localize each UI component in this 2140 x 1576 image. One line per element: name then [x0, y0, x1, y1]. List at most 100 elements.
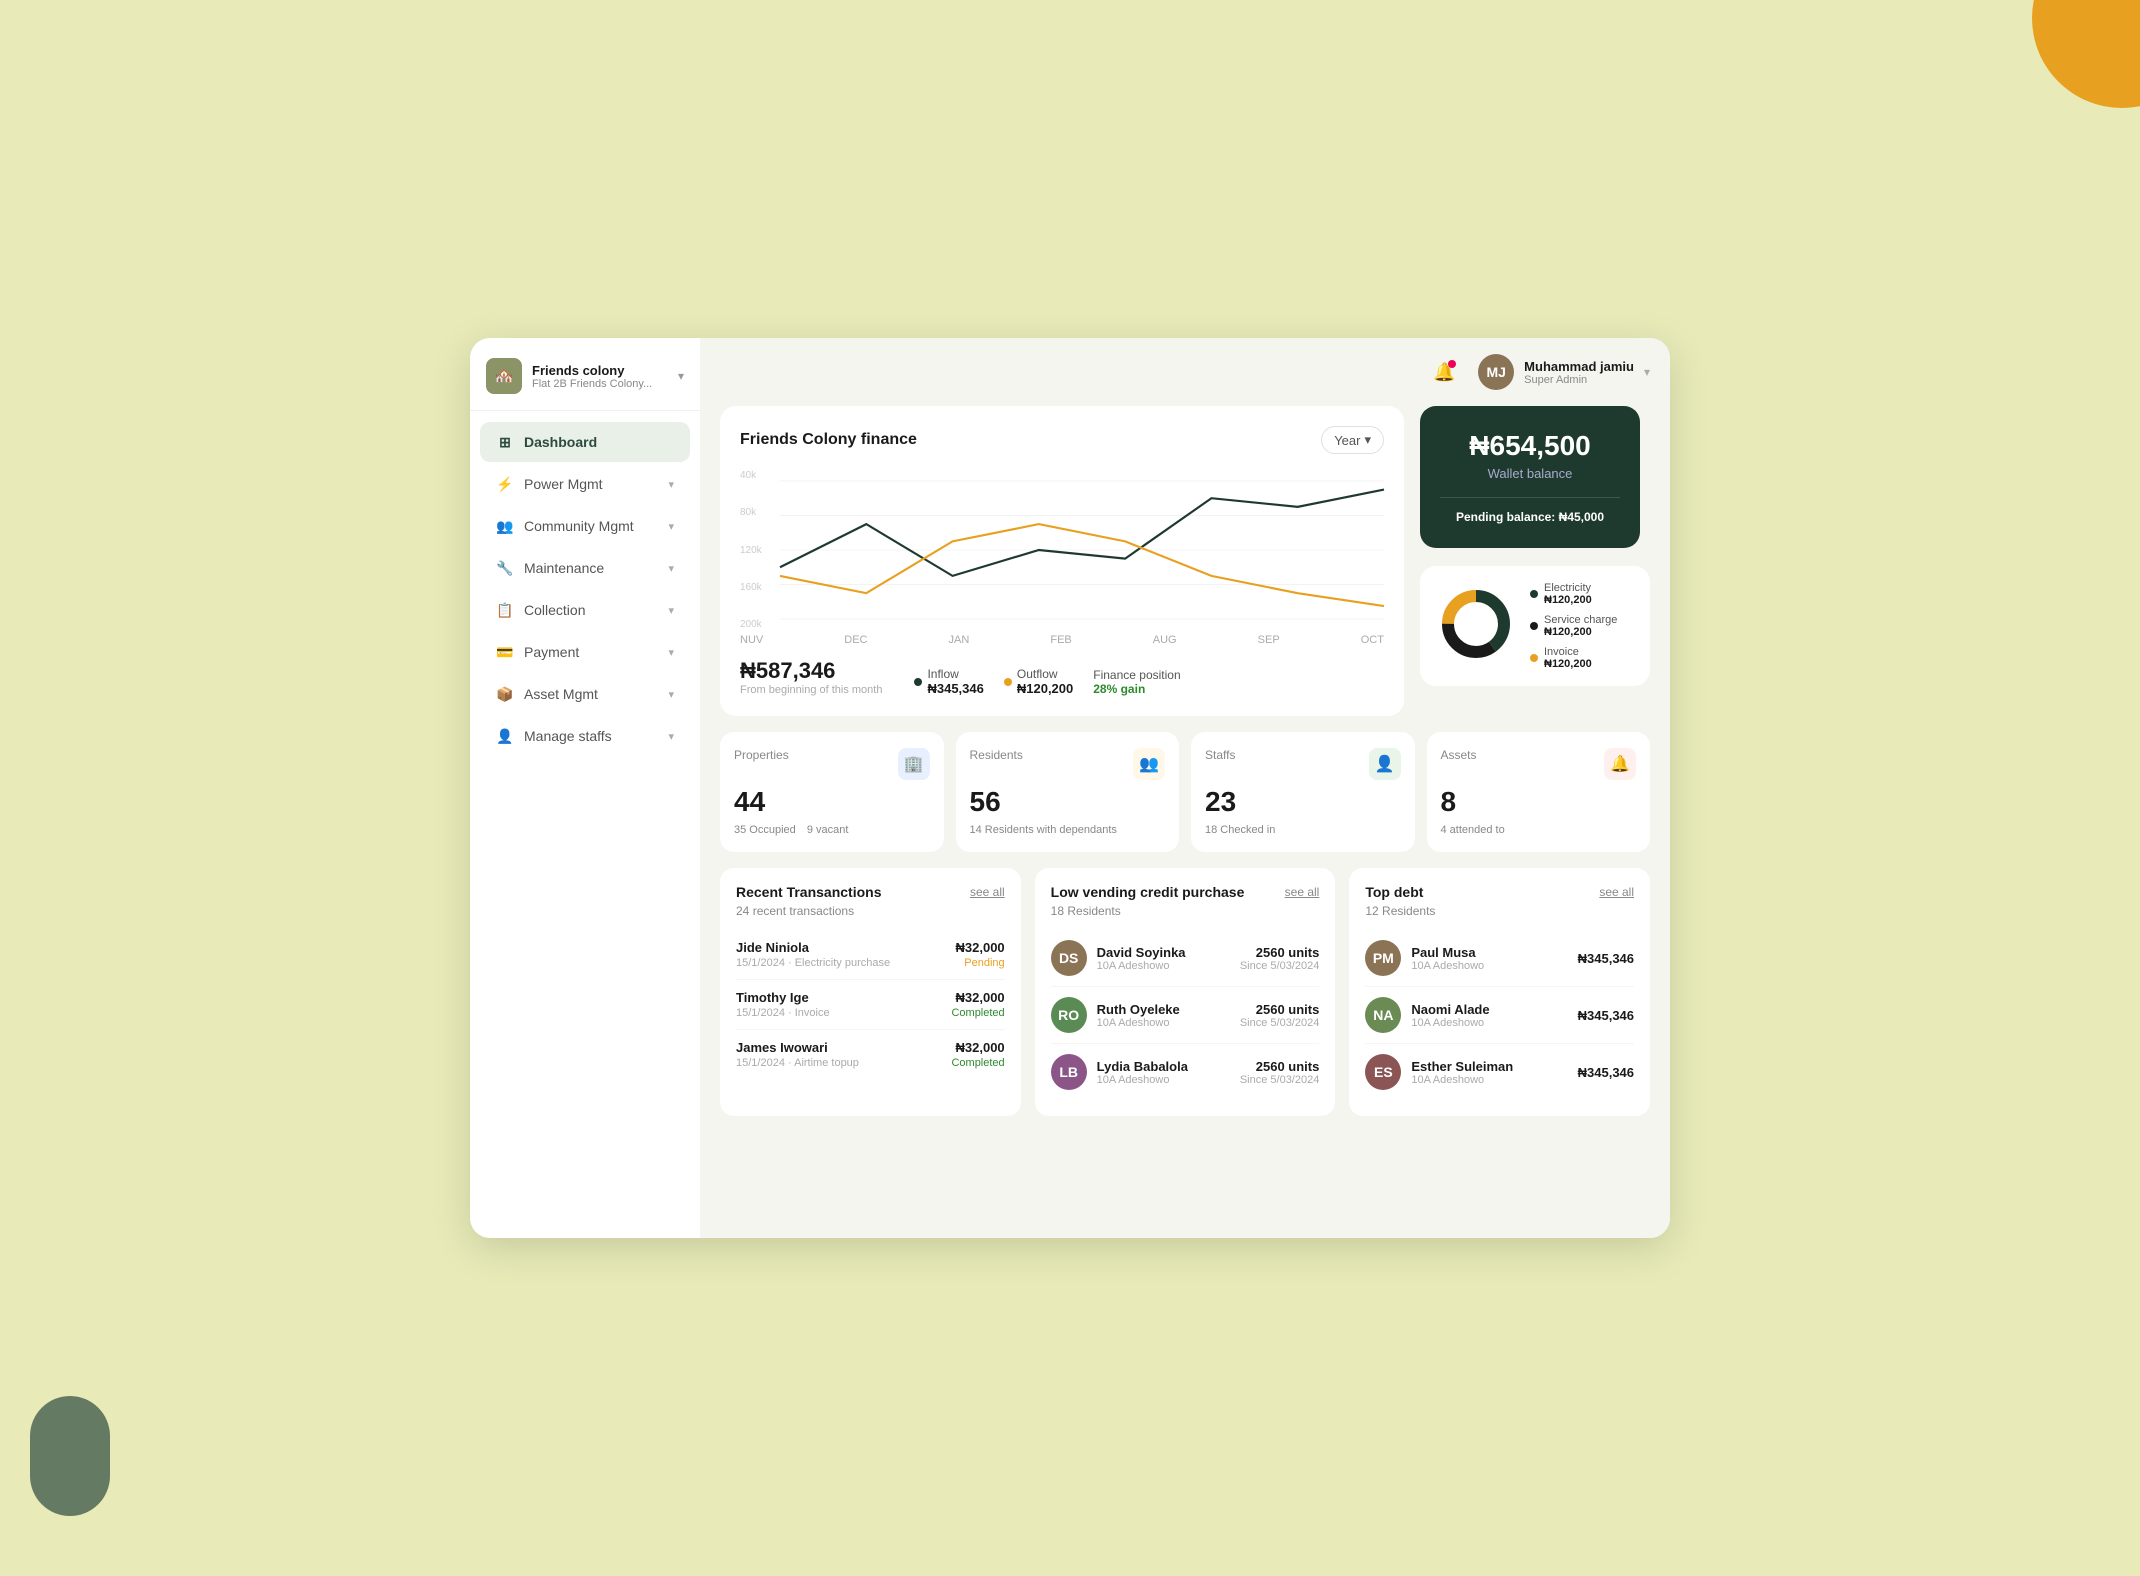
chart-legend: Inflow ₦345,346 Outflow ₦120,200	[914, 667, 1180, 696]
finance-section: Friends Colony finance Year ▾ 200k160k12…	[720, 406, 1650, 716]
bg-decoration2	[30, 1396, 110, 1516]
chevron-icon: ▾	[668, 520, 674, 533]
app-window: 🏘️ Friends colony Flat 2B Friends Colony…	[470, 338, 1670, 1238]
debt-card-header: Top debt see all	[1365, 884, 1634, 900]
recent-transactions-card: Recent Transanctions see all 24 recent t…	[720, 868, 1021, 1116]
wallet-card: ₦654,500 Wallet balance Pending balance:…	[1420, 406, 1640, 548]
user-role: Super Admin	[1524, 374, 1634, 386]
right-panel: ₦654,500 Wallet balance Pending balance:…	[1420, 406, 1650, 716]
community-icon: 👥	[496, 517, 514, 535]
stat-value-assets: 8	[1441, 786, 1637, 818]
debt-see-all[interactable]: see all	[1599, 885, 1634, 899]
vend-info: David Soyinka 10A Adeshowo	[1097, 945, 1230, 972]
nav-label-maintenance: Maintenance	[524, 560, 604, 576]
stat-header-assets: Assets 🔔	[1441, 748, 1637, 780]
debt-avatar: NA	[1365, 997, 1401, 1033]
debt-title: Top debt	[1365, 884, 1423, 900]
donut-legend: Electricity ₦120,200 Service charge ₦120…	[1530, 582, 1617, 670]
sidebar-item-collection[interactable]: 📋 Collection ▾	[480, 590, 690, 630]
stat-label-assets: Assets	[1441, 748, 1477, 762]
inflow-legend: Inflow ₦345,346	[914, 667, 983, 696]
vend-item: DS David Soyinka 10A Adeshowo 2560 units…	[1051, 930, 1320, 987]
donut-chart	[1436, 584, 1516, 669]
chart-area: 200k160k120k80k40k	[740, 470, 1384, 630]
wallet-balance: ₦654,500	[1469, 430, 1590, 462]
chevron-icon: ▾	[668, 604, 674, 617]
stat-label-residents: Residents	[970, 748, 1023, 762]
tx-title: Recent Transanctions	[736, 884, 882, 900]
tx-sub: 24 recent transactions	[736, 904, 1005, 918]
sidebar-item-asset-mgmt[interactable]: 📦 Asset Mgmt ▾	[480, 674, 690, 714]
stat-value-staffs: 23	[1205, 786, 1401, 818]
electricity-dot	[1530, 590, 1538, 598]
notification-button[interactable]: 🔔	[1426, 354, 1462, 390]
debt-item: PM Paul Musa 10A Adeshowo ₦345,346	[1365, 930, 1634, 987]
nav-label-dashboard: Dashboard	[524, 434, 597, 450]
vend-see-all[interactable]: see all	[1285, 885, 1320, 899]
user-menu[interactable]: MJ Muhammad jamiu Super Admin ▾	[1478, 354, 1650, 390]
colony-name: Friends colony	[532, 363, 668, 378]
sidebar-item-manage-staffs[interactable]: 👤 Manage staffs ▾	[480, 716, 690, 756]
chevron-icon: ▾	[668, 646, 674, 659]
debt-avatar: PM	[1365, 940, 1401, 976]
debt-avatar: ES	[1365, 1054, 1401, 1090]
notification-dot	[1448, 360, 1456, 368]
vend-units: 2560 units Since 5/03/2024	[1240, 1002, 1320, 1029]
year-filter-button[interactable]: Year ▾	[1321, 426, 1384, 454]
total-sub: From beginning of this month	[740, 684, 882, 696]
header: 🔔 MJ Muhammad jamiu Super Admin ▾	[720, 354, 1650, 390]
finance-chart-card: Friends Colony finance Year ▾ 200k160k12…	[720, 406, 1404, 716]
wallet-pending: Pending balance: ₦45,000	[1456, 510, 1604, 524]
inflow-value: ₦345,346	[927, 681, 983, 696]
donut-service-charge: Service charge ₦120,200	[1530, 614, 1617, 638]
properties-icon: 🏢	[898, 748, 930, 780]
sidebar-item-dashboard[interactable]: ⊞ Dashboard	[480, 422, 690, 462]
donut-invoice: Invoice ₦120,200	[1530, 646, 1617, 670]
sidebar-item-payment[interactable]: 💳 Payment ▾	[480, 632, 690, 672]
finance-position: Finance position 28% gain	[1093, 668, 1180, 696]
total-amount: ₦587,346	[740, 658, 882, 684]
sidebar-item-community-mgmt[interactable]: 👥 Community Mgmt ▾	[480, 506, 690, 546]
transaction-item: Jide Niniola 15/1/2024 · Electricity pur…	[736, 930, 1005, 980]
chevron-icon: ▾	[668, 688, 674, 701]
staff-icon: 👤	[496, 727, 514, 745]
vend-title: Low vending credit purchase	[1051, 884, 1245, 900]
donut-section: Electricity ₦120,200 Service charge ₦120…	[1420, 566, 1650, 686]
vend-info: Ruth Oyeleke 10A Adeshowo	[1097, 1002, 1230, 1029]
debt-info: Esther Suleiman 10A Adeshowo	[1411, 1059, 1567, 1086]
debt-info: Paul Musa 10A Adeshowo	[1411, 945, 1567, 972]
stat-residents: Residents 👥 56 14 Residents with dependa…	[956, 732, 1180, 852]
inflow-dot	[914, 678, 922, 686]
nav-label-asset: Asset Mgmt	[524, 686, 598, 702]
colony-sub: Flat 2B Friends Colony...	[532, 378, 668, 390]
vend-avatar: DS	[1051, 940, 1087, 976]
stat-header-residents: Residents 👥	[970, 748, 1166, 780]
debt-amount: ₦345,346	[1578, 1008, 1634, 1023]
stat-label-properties: Properties	[734, 748, 789, 762]
dashboard-icon: ⊞	[496, 433, 514, 451]
user-text: Muhammad jamiu Super Admin	[1524, 359, 1634, 386]
sidebar-item-maintenance[interactable]: 🔧 Maintenance ▾	[480, 548, 690, 588]
stat-value-properties: 44	[734, 786, 930, 818]
collection-icon: 📋	[496, 601, 514, 619]
sidebar-item-power-mgmt[interactable]: ⚡ Power Mgmt ▾	[480, 464, 690, 504]
sidebar-logo[interactable]: 🏘️ Friends colony Flat 2B Friends Colony…	[470, 338, 700, 411]
nav-label-payment: Payment	[524, 644, 579, 660]
vend-units: 2560 units Since 5/03/2024	[1240, 945, 1320, 972]
wallet-label: Wallet balance	[1488, 466, 1573, 481]
vend-card-header: Low vending credit purchase see all	[1051, 884, 1320, 900]
tx-see-all[interactable]: see all	[970, 885, 1005, 899]
stat-header-properties: Properties 🏢	[734, 748, 930, 780]
staffs-icon: 👤	[1369, 748, 1401, 780]
stat-sub-staffs: 18 Checked in	[1205, 824, 1401, 836]
residents-icon: 👥	[1133, 748, 1165, 780]
stat-staffs: Staffs 👤 23 18 Checked in	[1191, 732, 1415, 852]
vend-units: 2560 units Since 5/03/2024	[1240, 1059, 1320, 1086]
logo-text: Friends colony Flat 2B Friends Colony...	[532, 363, 668, 390]
vend-avatar: LB	[1051, 1054, 1087, 1090]
x-axis-labels: NUVDECJANFEBAUGSEPOCT	[740, 634, 1384, 646]
inflow-label: Inflow	[927, 667, 983, 681]
stat-label-staffs: Staffs	[1205, 748, 1235, 762]
wallet-divider	[1440, 497, 1620, 498]
debt-sub: 12 Residents	[1365, 904, 1634, 918]
